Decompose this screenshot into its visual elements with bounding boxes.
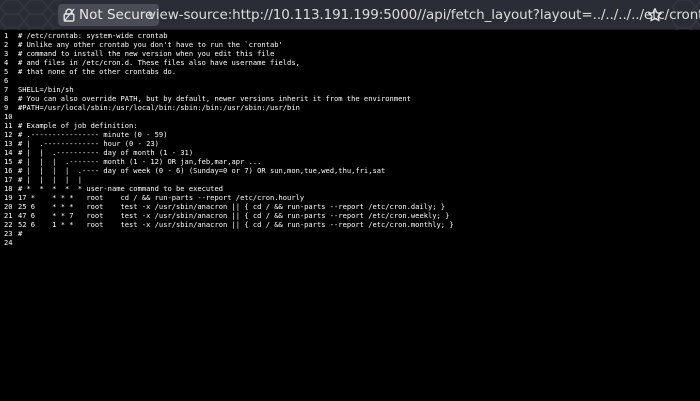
source-line: 2 # Unlike any other crontab you don't ha… [0,40,700,49]
source-view: 1 # /etc/crontab: system-wide crontab 2 # U… [0,30,700,401]
line-number: 7 [4,85,9,94]
line-text: # | .------------- hour (0 - 23) [18,139,159,148]
line-text: 47 6 * * 7 root test -x /usr/sbin/anacro… [18,211,450,220]
line-number: 23 [4,229,13,238]
address-bar[interactable]: Not Secure view-source:http://10.113.191… [0,0,700,30]
not-secure-icon [63,8,75,22]
line-text: # that none of the other crontabs do. [18,67,177,76]
line-text: 52 6 1 * * root test -x /usr/sbin/anacro… [18,220,454,229]
source-line: 1 # /etc/crontab: system-wide crontab [0,31,700,40]
line-text: # and files in /etc/cron.d. These files … [18,58,300,67]
line-number: 1 [4,31,9,40]
source-line: 13 # | .------------- hour (0 - 23) [0,139,700,148]
line-number: 12 [4,130,13,139]
line-text: #PATH=/usr/local/sbin:/usr/local/bin:/sb… [18,103,300,112]
source-line: 17 # | | | | | [0,175,700,184]
source-line: 20 25 6 * * * root test -x /usr/sbin/anac… [0,202,700,211]
browser-window: Not Secure view-source:http://10.113.191… [0,0,700,401]
source-line: 24 [0,238,700,247]
line-text: # /etc/crontab: system-wide crontab [18,31,168,40]
url-text[interactable]: view-source:http://10.113.191.199:5000//… [148,0,700,30]
line-number: 9 [4,103,9,112]
line-number: 14 [4,148,13,157]
line-number: 8 [4,94,9,103]
line-number: 4 [4,58,9,67]
line-text: # Unlike any other crontab you don't hav… [18,40,283,49]
line-text: # [18,229,23,238]
source-line: 19 17 * * * * root cd / && run-parts --re… [0,193,700,202]
line-text: SHELL=/bin/sh [18,85,74,94]
source-line: 5 # that none of the other crontabs do. [0,67,700,76]
line-number: 18 [4,184,13,193]
line-text: # | | | .------- month (1 - 12) OR jan,f… [18,157,262,166]
not-secure-chip[interactable]: Not Secure [58,4,160,26]
security-label: Not Secure [79,7,154,23]
line-number: 3 [4,49,9,58]
line-text: # | | | | | [18,175,83,184]
line-number: 10 [4,112,13,121]
line-number: 21 [4,211,13,220]
line-number: 22 [4,220,13,229]
line-number: 16 [4,166,13,175]
line-text: 25 6 * * * root test -x /usr/sbin/anacro… [18,202,446,211]
line-text: 17 * * * * root cd / && run-parts --repo… [18,193,305,202]
source-line: 18 # * * * * * user-name command to be ex… [0,184,700,193]
line-text: # | | | | .---- day of week (0 - 6) (Sun… [18,166,386,175]
source-line: 21 47 6 * * 7 root test -x /usr/sbin/anac… [0,211,700,220]
line-number: 13 [4,139,13,148]
source-line: 22 52 6 1 * * root test -x /usr/sbin/anac… [0,220,700,229]
source-line: 4 # and files in /etc/cron.d. These files… [0,58,700,67]
source-line: 6 [0,76,700,85]
source-line: 23 # [0,229,700,238]
line-text: # Example of job definition: [18,121,138,130]
line-number: 6 [4,76,9,85]
line-text: # You can also override PATH, but by def… [18,94,411,103]
line-number: 19 [4,193,13,202]
source-line: 12 # .---------------- minute (0 - 59) [0,130,700,139]
line-number: 24 [4,238,13,247]
bookmark-star-icon[interactable] [647,7,663,23]
source-line: 10 [0,112,700,121]
line-number: 17 [4,175,13,184]
line-number: 5 [4,67,9,76]
line-text: # * * * * * user-name command to be exec… [18,184,223,193]
line-number: 2 [4,40,9,49]
source-line: 14 # | | .---------- day of month (1 - 31… [0,148,700,157]
line-text: # | | .---------- day of month (1 - 31) [18,148,194,157]
source-line: 16 # | | | | .---- day of week (0 - 6) (S… [0,166,700,175]
source-line: 11 # Example of job definition: [0,121,700,130]
line-number: 20 [4,202,13,211]
source-line: 8 # You can also override PATH, but by de… [0,94,700,103]
line-text: # .---------------- minute (0 - 59) [18,130,168,139]
line-number: 15 [4,157,13,166]
source-line: 7 SHELL=/bin/sh [0,85,700,94]
source-line: 3 # command to install the new version wh… [0,49,700,58]
line-number: 11 [4,121,13,130]
line-text: # command to install the new version whe… [18,49,275,58]
source-line: 9 #PATH=/usr/local/sbin:/usr/local/bin:/s… [0,103,700,112]
source-line: 15 # | | | .------- month (1 - 12) OR jan… [0,157,700,166]
